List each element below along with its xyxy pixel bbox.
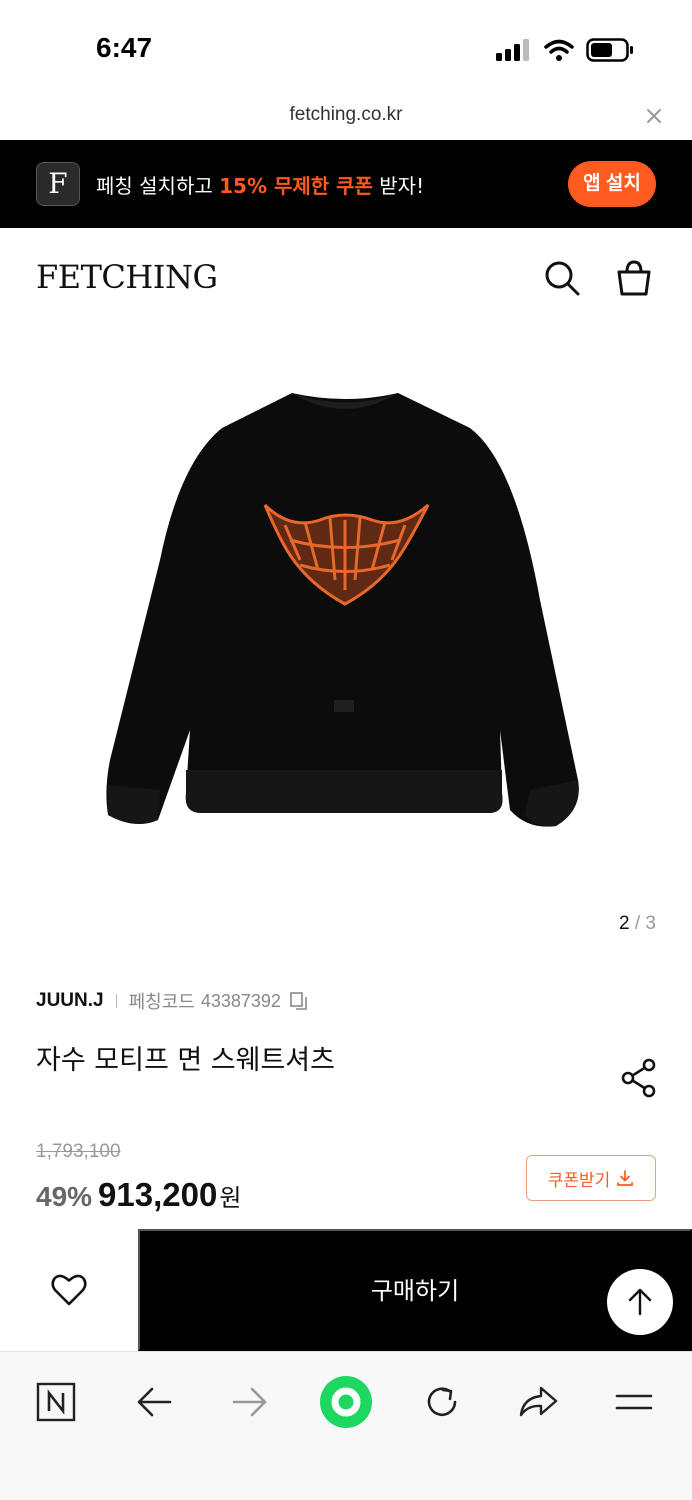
image-counter: 2 / 3 [619,913,656,935]
home-button[interactable] [316,1372,376,1432]
site-logo[interactable]: FETCHING [36,258,218,296]
promo-highlight: 15% 무제한 쿠폰 [219,174,373,198]
image-counter-total: 3 [645,913,656,934]
product-title: 자수 모티프 면 스웨트셔츠 [36,1045,335,1076]
sale-price: 913,200 [98,1176,218,1213]
arrow-up-icon [628,1288,652,1316]
image-counter-current: 2 [619,913,630,934]
original-price: 1,793,100 [36,1141,121,1162]
coupon-button-label: 쿠폰받기 [547,1170,611,1190]
back-button[interactable] [124,1372,184,1432]
url-bar[interactable]: fetching.co.kr [0,96,692,140]
status-bar: 6:47 [0,0,692,96]
wishlist-button[interactable] [0,1229,138,1351]
battery-icon [586,38,633,62]
heart-icon [51,1274,87,1306]
brand-name[interactable]: JUUN.J [36,990,104,1012]
product-image-sweatshirt[interactable] [0,330,692,950]
promo-text: 페칭 설치하고 15% 무제한 쿠폰 받자! [96,170,424,199]
search-icon[interactable] [542,258,582,298]
back-arrow-icon [137,1387,172,1417]
product-code-label: 페칭코드 [128,992,195,1012]
status-icons [496,38,634,62]
browser-toolbar [0,1351,692,1500]
price-row: 49% 913,200 원 [36,1176,241,1214]
close-icon[interactable] [644,106,664,126]
download-icon [617,1170,634,1186]
divider [115,994,117,1008]
coupon-download-button[interactable]: 쿠폰받기 [526,1155,656,1201]
promo-text-after: 받자! [372,174,425,198]
forward-button[interactable] [220,1372,280,1432]
menu-button[interactable] [604,1372,664,1432]
promo-text-before: 페칭 설치하고 [96,174,220,198]
site-header: FETCHING [0,228,692,328]
app-install-banner: F 페칭 설치하고 15% 무제한 쿠폰 받자! 앱 설치 [0,140,692,228]
forward-arrow-icon [232,1387,267,1417]
fetching-app-logo: F [36,162,80,206]
signal-icon [496,39,529,61]
menu-icon [615,1394,653,1410]
share-arrow-icon [519,1386,558,1417]
purchase-bar: 구매하기 [0,1229,692,1351]
share-icon[interactable] [620,1058,658,1098]
install-app-button[interactable]: 앱 설치 [568,161,656,207]
image-counter-sep: / [629,913,646,934]
share-page-button[interactable] [508,1372,568,1432]
reload-icon [427,1387,457,1417]
status-time: 6:47 [96,32,153,63]
currency-unit: 원 [219,1184,242,1212]
discount-rate: 49% [36,1181,93,1212]
product-code: 43387392 [200,990,281,1011]
url-domain[interactable]: fetching.co.kr [0,104,692,126]
home-green-icon [320,1376,372,1428]
naver-button[interactable] [26,1372,86,1432]
copy-icon[interactable] [289,991,309,1011]
scroll-to-top-button[interactable] [607,1269,673,1335]
shopping-bag-icon[interactable] [614,258,654,298]
reload-button[interactable] [412,1372,472,1432]
naver-icon [36,1382,76,1422]
wifi-icon [544,39,574,61]
brand-row: JUUN.J 페칭코드 43387392 [36,988,309,1014]
